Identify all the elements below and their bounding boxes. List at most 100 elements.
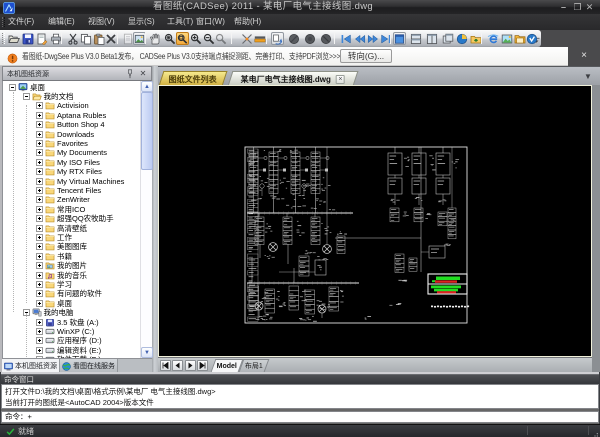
menu-item-2[interactable]: 视图(V): [88, 14, 115, 30]
scroll-down-icon[interactable]: ▼: [141, 347, 153, 358]
tree-item-label[interactable]: WinXP (C:): [57, 327, 94, 336]
tree-item[interactable]: 高清壁纸: [36, 224, 87, 233]
expand-plus-icon[interactable]: [36, 178, 43, 185]
tree-item[interactable]: Aptana Rubles: [36, 111, 106, 120]
zoom-window-icon[interactable]: [176, 32, 189, 45]
tree-item[interactable]: 书籍: [36, 252, 72, 261]
tree-item[interactable]: 常用ICO: [36, 205, 85, 214]
tree-item[interactable]: 桌面: [36, 299, 72, 308]
expand-plus-icon[interactable]: [36, 225, 43, 232]
tree-item-label[interactable]: 书籍: [57, 252, 72, 261]
tree-item[interactable]: 工作: [36, 233, 72, 242]
copy-icon[interactable]: [79, 32, 92, 45]
nav-next-icon[interactable]: [366, 32, 379, 45]
tab-drawing-list[interactable]: 图纸文件列表: [159, 71, 228, 86]
nav-prev-icon[interactable]: [353, 32, 366, 45]
tree-item-label[interactable]: 桌面: [57, 299, 72, 308]
tree-item[interactable]: 学习: [36, 280, 72, 289]
tree-item-label[interactable]: 美图图库: [57, 242, 87, 251]
goto-button[interactable]: 转向(G)...: [340, 49, 392, 63]
minimize-button[interactable]: –: [558, 3, 569, 12]
expand-plus-icon[interactable]: [36, 140, 43, 147]
menu-item-3[interactable]: 显示(S): [128, 14, 155, 30]
cut-icon[interactable]: [66, 32, 79, 45]
tree-item[interactable]: ZenWriter: [36, 195, 90, 204]
tree-item-label[interactable]: Favorites: [57, 139, 88, 148]
notification-close-icon[interactable]: ×: [568, 47, 600, 66]
model-nav-prev-icon[interactable]: [172, 360, 183, 371]
tree-item[interactable]: WinXP (C:): [36, 327, 94, 336]
maximize-button[interactable]: ❐: [572, 3, 583, 12]
tree-item-label[interactable]: 我的图片: [57, 261, 87, 270]
command-history[interactable]: 打开文件D:\我的文档\桌面\格式示例\某电厂 电气主接线图.dwg> 当前打开…: [1, 384, 599, 409]
tree-item-label[interactable]: 我的文档: [44, 92, 74, 101]
sidebar-close-icon[interactable]: ✕: [138, 69, 148, 79]
expand-plus-icon[interactable]: [36, 290, 43, 297]
tree-item[interactable]: 桌面: [9, 83, 45, 92]
layer-off-2-icon[interactable]: [303, 32, 316, 45]
tree-item[interactable]: 我的电脑: [23, 308, 74, 317]
expand-plus-icon[interactable]: [36, 272, 43, 279]
tree-item-label[interactable]: 编辑资料 (E:): [57, 346, 101, 355]
expand-plus-icon[interactable]: [36, 262, 43, 269]
browser-ie-icon[interactable]: [486, 32, 499, 45]
expand-plus-icon[interactable]: [36, 234, 43, 241]
tree-item[interactable]: 我的图片: [36, 261, 87, 270]
tree-item-label[interactable]: 高清壁纸: [57, 224, 87, 233]
tree-item-label[interactable]: 超强QQ农牧助手: [57, 214, 114, 223]
tree-item-label[interactable]: My ISO Files: [57, 158, 100, 167]
zoom-in-icon[interactable]: [189, 32, 202, 45]
tree-item[interactable]: 编辑资料 (E:): [36, 346, 101, 355]
tab-active-drawing[interactable]: 某电厂电气主接线图.dwg×: [228, 71, 359, 86]
pan-icon[interactable]: [148, 32, 161, 45]
tree-item[interactable]: My RTX Files: [36, 167, 102, 176]
sidebar-tab-local[interactable]: 本机图纸资源: [2, 359, 60, 373]
model-nav-first-icon[interactable]: [160, 360, 171, 371]
tab-list-chevron-icon[interactable]: ▼: [582, 72, 594, 82]
window-tile-v-icon[interactable]: [425, 32, 438, 45]
expand-plus-icon[interactable]: [36, 300, 43, 307]
layer-off-3-icon[interactable]: [319, 32, 332, 45]
resize-grip[interactable]: [591, 427, 599, 435]
tree-item[interactable]: Favorites: [36, 139, 88, 148]
collapse-minus-icon[interactable]: [23, 93, 30, 100]
settings-orb-icon[interactable]: [455, 32, 468, 45]
pin-icon[interactable]: [125, 69, 135, 79]
tree-item-label[interactable]: 桌面: [30, 83, 45, 92]
model-nav-last-icon[interactable]: [197, 360, 208, 371]
photo-view-icon[interactable]: [500, 32, 513, 45]
rotate-view-icon[interactable]: [271, 32, 284, 45]
expand-plus-icon[interactable]: [36, 102, 43, 109]
delete-icon[interactable]: [104, 32, 117, 45]
tree-item[interactable]: 美图图库: [36, 242, 87, 251]
expand-plus-icon[interactable]: [36, 347, 43, 354]
tree-item-label[interactable]: 学习: [57, 280, 72, 289]
menu-item-1[interactable]: 编辑(E): [48, 14, 75, 30]
expand-plus-icon[interactable]: [36, 215, 43, 222]
tree-item-label[interactable]: 我的音乐: [57, 271, 87, 280]
expand-plus-icon[interactable]: [36, 131, 43, 138]
tree-item-label[interactable]: Aptana Rubles: [57, 111, 106, 120]
menu-item-5[interactable]: 窗口(W): [196, 14, 225, 30]
tree-item-label[interactable]: 有问题的软件: [57, 289, 102, 298]
command-input[interactable]: 命令：+: [1, 411, 599, 423]
zoom-realtime-icon[interactable]: [214, 32, 227, 45]
menu-item-0[interactable]: 文件(F): [8, 14, 34, 30]
tree-item[interactable]: 应用程序 (D:): [36, 336, 102, 345]
open-icon[interactable]: [7, 32, 20, 45]
measure-point-icon[interactable]: [240, 32, 253, 45]
expand-plus-icon[interactable]: [36, 112, 43, 119]
expand-plus-icon[interactable]: [36, 319, 43, 326]
tree-item[interactable]: Activision: [36, 101, 89, 110]
window-single-icon[interactable]: [393, 32, 406, 45]
scrollbar-thumb[interactable]: [141, 92, 153, 170]
tree-scrollbar[interactable]: ▲ ▼: [140, 81, 152, 358]
tab-layout1[interactable]: 布局1: [239, 359, 270, 372]
window-tile-h-icon[interactable]: [409, 32, 422, 45]
expand-plus-icon[interactable]: [36, 328, 43, 335]
tree-item-label[interactable]: Tencent Files: [57, 186, 101, 195]
expand-plus-icon[interactable]: [36, 243, 43, 250]
layer-off-1-icon[interactable]: [287, 32, 300, 45]
collapse-minus-icon[interactable]: [9, 84, 16, 91]
menu-item-4[interactable]: 工具(T): [167, 14, 193, 30]
